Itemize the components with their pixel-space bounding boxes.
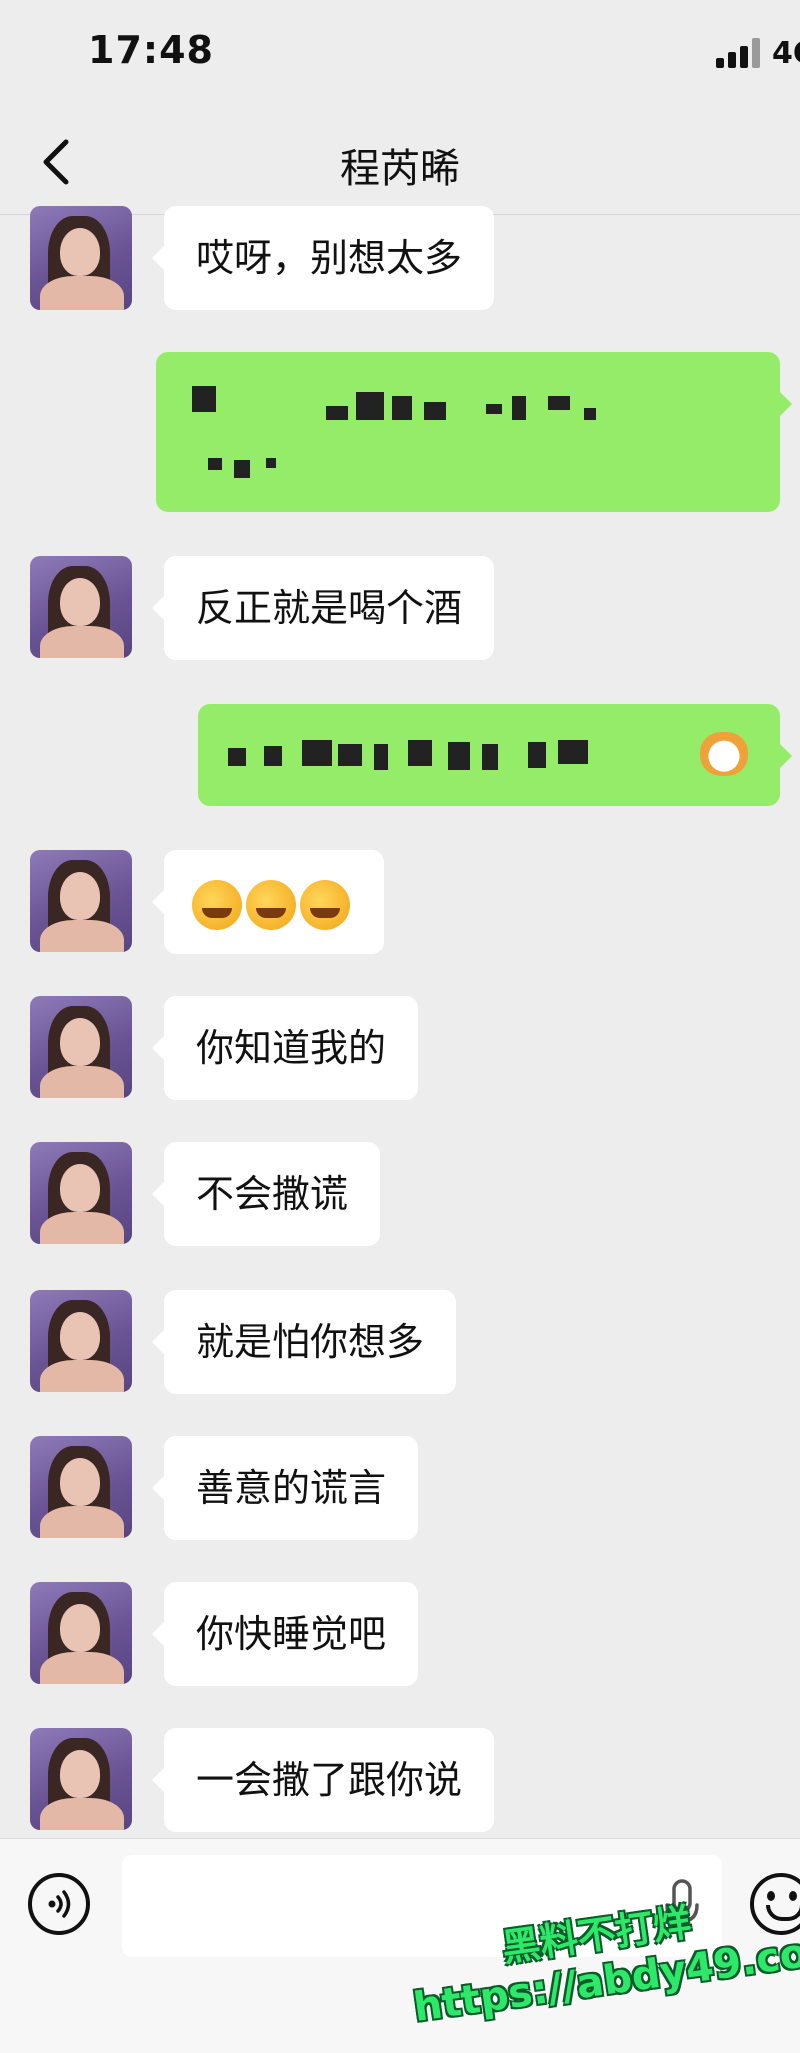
chat-header: 程芮晞 xyxy=(0,110,800,215)
avatar[interactable] xyxy=(30,1582,132,1684)
message-text: 就是怕你想多 xyxy=(196,1320,425,1364)
message-bubble[interactable]: 你知道我的 xyxy=(151,996,419,1100)
message-bubble[interactable]: 一会撒了跟你说 xyxy=(151,1728,495,1832)
avatar[interactable] xyxy=(30,1436,132,1538)
voice-input-icon[interactable] xyxy=(28,1873,90,1935)
network-label: 4G xyxy=(772,36,800,71)
crying-face-emoji xyxy=(246,879,296,930)
message-bubble[interactable]: 善意的谎言 xyxy=(151,1436,419,1540)
avatar[interactable] xyxy=(30,1142,132,1244)
message-bubble-censored[interactable] xyxy=(156,352,792,512)
crying-face-emoji xyxy=(192,879,242,930)
message-text: 你知道我的 xyxy=(196,1026,387,1070)
avatar[interactable] xyxy=(30,850,132,952)
message-bubble[interactable]: 你快睡觉吧 xyxy=(151,1582,419,1686)
cat-emoji-icon xyxy=(700,732,748,776)
message-bubble[interactable] xyxy=(152,850,384,954)
status-time: 17:48 xyxy=(88,28,214,72)
avatar[interactable] xyxy=(30,206,132,310)
message-text: 你快睡觉吧 xyxy=(196,1612,387,1656)
crying-face-emoji xyxy=(300,879,350,930)
contact-name: 程芮晞 xyxy=(340,146,460,192)
message-bubble[interactable]: 哎呀，别想太多 xyxy=(151,206,495,310)
avatar[interactable] xyxy=(30,1728,132,1830)
message-text: 善意的谎言 xyxy=(196,1466,387,1510)
message-bubble[interactable]: 不会撒谎 xyxy=(151,1142,381,1246)
signal-icon xyxy=(716,38,760,68)
avatar[interactable] xyxy=(30,1290,132,1392)
message-text: 不会撒谎 xyxy=(196,1172,349,1216)
message-bubble[interactable]: 反正就是喝个酒 xyxy=(151,556,495,660)
message-text: 一会撒了跟你说 xyxy=(196,1758,463,1802)
message-text: 反正就是喝个酒 xyxy=(196,586,463,630)
status-bar: 17:48 4G xyxy=(0,0,800,110)
message-bubble-censored[interactable] xyxy=(198,704,792,806)
message-bubble[interactable]: 就是怕你想多 xyxy=(151,1290,457,1394)
avatar[interactable] xyxy=(30,556,132,658)
avatar[interactable] xyxy=(30,996,132,1098)
message-text: 哎呀，别想太多 xyxy=(196,236,463,280)
